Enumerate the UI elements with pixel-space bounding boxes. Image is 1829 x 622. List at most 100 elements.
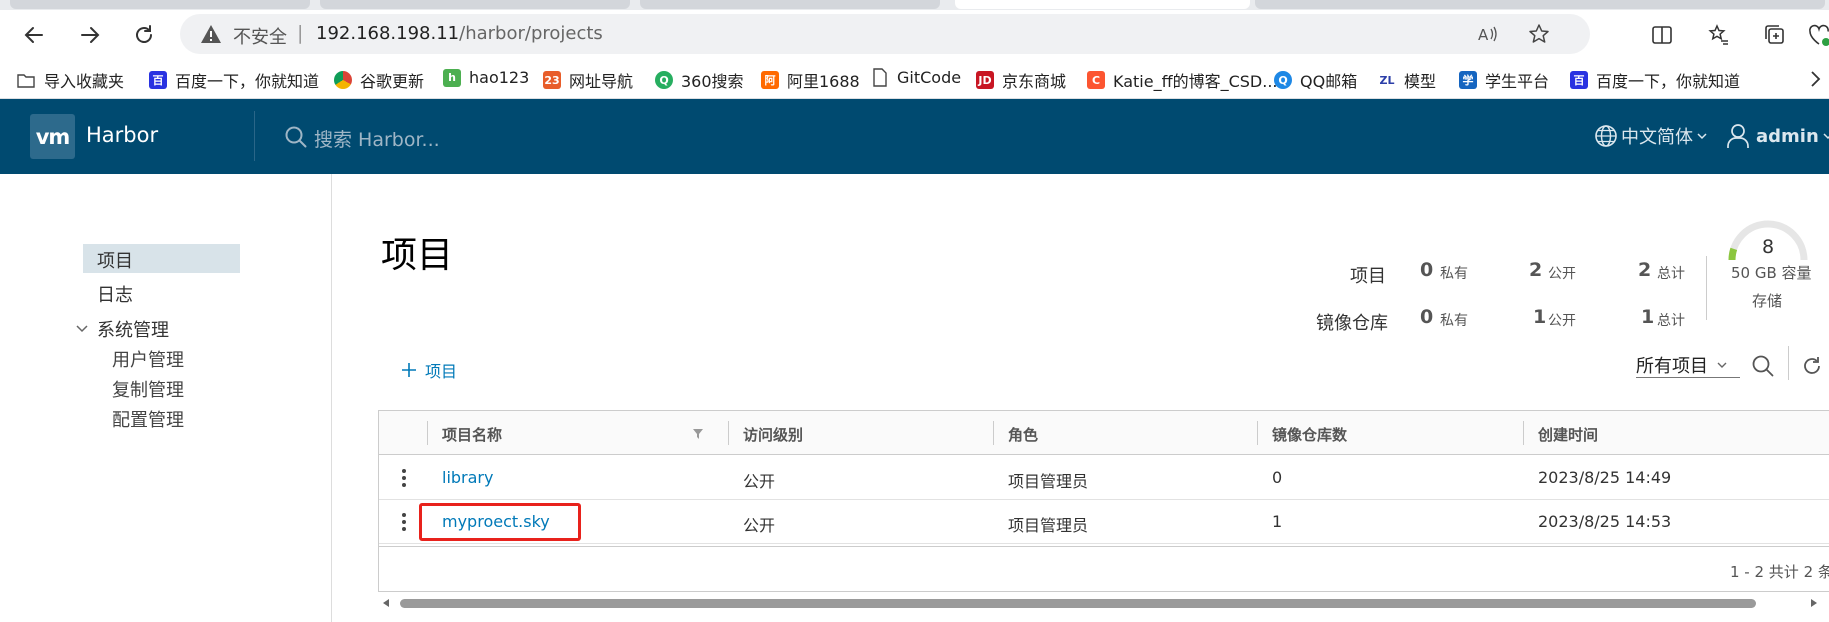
sidebar-group-admin[interactable]: 系统管理 <box>75 316 169 342</box>
folder-import-icon <box>17 74 35 88</box>
column-header-created[interactable]: 创建时间 <box>1538 424 1598 445</box>
repo-count: 1 <box>1272 512 1283 531</box>
bookmark-model[interactable]: ZL 模型 <box>1378 68 1436 92</box>
bookmark-hao123[interactable]: h hao123 <box>443 68 529 87</box>
plus-icon <box>402 363 416 377</box>
forward-button[interactable] <box>76 21 104 49</box>
sidebar-item-logs[interactable]: 日志 <box>97 281 133 307</box>
refresh-icon[interactable] <box>1800 354 1824 378</box>
row-actions-icon[interactable] <box>401 468 407 488</box>
security-label[interactable]: 不安全 <box>233 23 287 49</box>
filter-funnel-icon[interactable] <box>692 428 704 440</box>
sidebar-item-label: 日志 <box>97 285 133 306</box>
access-level: 公开 <box>743 516 776 535</box>
column-separator <box>993 421 994 445</box>
globe-icon <box>1595 125 1617 147</box>
sidebar-group-label: 系统管理 <box>97 320 169 341</box>
bookmark-label: GitCode <box>897 68 962 87</box>
bookmark-1688[interactable]: 阿 阿里1688 <box>761 68 860 92</box>
sidebar-item-projects[interactable]: 项目 <box>83 244 240 273</box>
horizontal-scrollbar[interactable] <box>378 594 1829 612</box>
favorite-star-icon[interactable] <box>1528 23 1550 45</box>
scrollbar-thumb[interactable] <box>400 599 1756 608</box>
row-actions-icon[interactable] <box>401 512 407 532</box>
table-footer: 1 - 2 共计 2 条 <box>379 546 1829 592</box>
header-divider <box>254 111 255 161</box>
language-selector[interactable]: 中文简体 <box>1594 123 1708 149</box>
zl-icon: ZL <box>1378 71 1396 89</box>
bookmark-csdn[interactable]: C Katie_ff的博客_CSD... <box>1087 68 1278 92</box>
stats-divider <box>1706 256 1707 320</box>
back-button[interactable] <box>20 21 48 49</box>
pagination-summary: 1 - 2 共计 2 条 <box>1730 563 1829 581</box>
project-filter-select[interactable]: 所有项目 <box>1636 352 1740 378</box>
bookmark-label: 百度一下，你就知道 <box>1596 72 1741 91</box>
warning-triangle-icon[interactable] <box>200 24 222 44</box>
project-name-link[interactable]: myproect.sky <box>442 512 550 531</box>
vmware-logo[interactable]: vm <box>30 114 75 159</box>
global-search-input[interactable]: 搜索 Harbor... <box>314 125 440 152</box>
column-header-repo-count[interactable]: 镜像仓库数 <box>1272 424 1347 445</box>
url-bar[interactable]: 不安全 | 192.168.198.11/harbor/projects A <box>180 14 1590 54</box>
sidebar-item-users[interactable]: 用户管理 <box>112 346 184 372</box>
favorites-list-icon[interactable] <box>1707 23 1731 47</box>
app-header: vm Harbor 搜索 Harbor... 中文简体 admin <box>0 99 1829 174</box>
search-icon[interactable] <box>1751 354 1775 378</box>
chevron-right-icon[interactable] <box>1808 70 1822 88</box>
storage-capacity: 50 GB 容量 <box>1731 264 1812 282</box>
browser-tab-active[interactable] <box>955 0 1250 9</box>
user-menu[interactable]: admin <box>1726 123 1829 149</box>
baidu-paw-icon: 百 <box>1570 71 1588 89</box>
bookmark-label: 谷歌更新 <box>360 72 425 91</box>
bookmark-chrome-update[interactable]: 谷歌更新 <box>334 68 424 92</box>
bookmark-import[interactable]: 导入收藏夹 <box>16 68 124 92</box>
browser-tab[interactable] <box>10 0 310 9</box>
project-name-link[interactable]: library <box>442 468 493 487</box>
split-screen-icon[interactable] <box>1650 23 1674 47</box>
column-separator <box>1257 421 1258 445</box>
browser-tab[interactable] <box>320 0 630 9</box>
access-level: 公开 <box>743 472 776 491</box>
bookmark-360[interactable]: Q 360搜索 <box>655 68 744 92</box>
storage-count: 8 <box>1761 236 1775 258</box>
column-header-access[interactable]: 访问级别 <box>743 424 803 445</box>
bookmark-label: 百度一下，你就知道 <box>175 72 320 91</box>
browser-essentials-icon[interactable] <box>1808 23 1829 47</box>
csdn-icon: C <box>1087 71 1105 89</box>
url-path: /harbor/projects <box>459 23 603 44</box>
chevron-down-icon <box>1823 133 1829 140</box>
sidebar-item-label: 项目 <box>97 251 133 272</box>
column-separator <box>728 421 729 445</box>
app-brand[interactable]: Harbor <box>86 123 158 147</box>
bookmark-gitcode[interactable]: GitCode <box>872 68 961 87</box>
bookmark-student[interactable]: 学 学生平台 <box>1459 68 1549 92</box>
new-project-button[interactable]: 项目 <box>400 358 457 382</box>
url-host: 192.168.198.11 <box>316 23 460 44</box>
bookmark-2345[interactable]: 23 网址导航 <box>543 68 633 92</box>
repos-public-count: 1 <box>1533 306 1547 328</box>
baidu-paw-icon: 百 <box>149 71 167 89</box>
url-text[interactable]: 192.168.198.11/harbor/projects <box>316 23 603 44</box>
column-header-role[interactable]: 角色 <box>1008 424 1038 445</box>
sidebar-item-replication[interactable]: 复制管理 <box>112 376 184 402</box>
bookmark-qqmail[interactable]: Q QQ邮箱 <box>1274 68 1357 92</box>
scroll-right-icon[interactable] <box>1810 598 1818 608</box>
read-aloud-icon[interactable]: A <box>1477 23 1499 45</box>
svg-text:A: A <box>1478 26 1489 44</box>
reload-button[interactable] <box>130 21 158 49</box>
browser-tab[interactable] <box>1255 0 1825 9</box>
search-icon <box>285 126 307 148</box>
360-search-icon: Q <box>655 71 673 89</box>
sidebar-item-configuration[interactable]: 配置管理 <box>112 406 184 432</box>
collections-icon[interactable] <box>1763 23 1787 47</box>
bookmark-jd[interactable]: JD 京东商城 <box>976 68 1066 92</box>
private-label: 私有 <box>1440 313 1468 329</box>
browser-tab[interactable] <box>640 0 940 9</box>
forward-arrow-icon <box>81 27 100 43</box>
column-header-name[interactable]: 项目名称 <box>442 424 502 445</box>
student-platform-icon: 学 <box>1459 71 1477 89</box>
bookmark-baidu[interactable]: 百 百度一下，你就知道 <box>149 68 319 92</box>
scroll-left-icon[interactable] <box>382 598 390 608</box>
projects-public-count: 2 <box>1529 259 1543 281</box>
bookmark-baidu-2[interactable]: 百 百度一下，你就知道 <box>1570 68 1740 92</box>
